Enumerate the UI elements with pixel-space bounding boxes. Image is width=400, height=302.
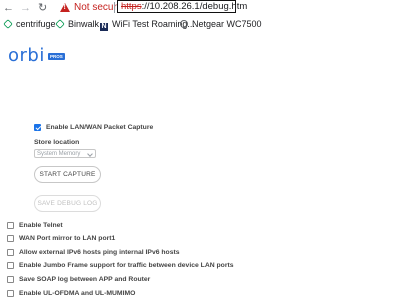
chevron-down-icon — [87, 150, 93, 157]
hex-icon — [55, 19, 65, 29]
store-location-value: System Memory — [37, 151, 81, 157]
url-scheme: https — [121, 1, 142, 12]
url-text: https://10.208.26.1/debug.htm — [121, 1, 247, 12]
address-bar[interactable]: https://10.208.26.1/debug.htm — [117, 0, 247, 13]
option-checkbox-telnet[interactable] — [7, 222, 14, 229]
bookmark-netgear[interactable]: Netgear WC7500 — [180, 19, 262, 30]
option-label-jumbo-frame: Enable Jumbo Frame support for traffic b… — [19, 262, 234, 269]
orbi-logo: orbi PROS — [8, 45, 65, 66]
option-checkbox-ipv6-ping[interactable] — [7, 249, 14, 256]
option-checkbox-soap-log[interactable] — [7, 276, 14, 283]
reload-icon[interactable]: ↻ — [38, 1, 47, 15]
option-checkbox-jumbo-frame[interactable] — [7, 262, 14, 269]
warning-triangle-icon[interactable] — [60, 3, 70, 12]
logo-badge: PROS — [48, 53, 65, 60]
option-checkbox-wan-mirror[interactable] — [7, 235, 14, 242]
back-arrow-icon[interactable]: ← — [3, 1, 14, 15]
bookmark-label: Binwalk — [68, 19, 100, 29]
bookmark-label: centrifuge — [16, 19, 56, 29]
option-label-ipv6-ping: Allow external IPv6 hosts ping internal … — [19, 249, 180, 256]
url-path: ://10.208.26.1/debug.htm — [141, 1, 248, 12]
forward-arrow-icon[interactable]: → — [20, 1, 31, 15]
bookmark-label: Netgear WC7500 — [192, 19, 262, 29]
globe-icon — [180, 20, 188, 28]
not-secure-label[interactable]: Not secure — [74, 2, 122, 14]
bookmark-binwalk[interactable]: Binwalk — [55, 19, 100, 30]
bookmarks-bar: centrifuge Binwalk N WiFi Test Roaming...… — [0, 16, 400, 32]
option-label-wan-mirror: WAN Port mirror to LAN port1 — [19, 235, 116, 242]
option-label-ul-ofdma: Enable UL-OFDMA and UL-MUMIMO — [19, 290, 136, 297]
store-location-label: Store location — [34, 139, 80, 146]
address-separator — [114, 2, 115, 13]
start-capture-button[interactable]: START CAPTURE — [34, 166, 101, 183]
browser-toolbar: ← → ↻ Not secure https://10.208.26.1/deb… — [0, 0, 400, 16]
save-debug-log-button[interactable]: SAVE DEBUG LOG — [34, 195, 101, 212]
logo-text: orbi — [8, 45, 45, 66]
option-label-telnet: Enable Telnet — [19, 222, 63, 229]
option-checkbox-ul-ofdma[interactable] — [7, 290, 14, 297]
store-location-select[interactable]: System Memory — [34, 149, 96, 158]
option-label-soap-log: Save SOAP log between APP and Router — [19, 276, 151, 283]
bookmark-centrifuge[interactable]: centrifuge — [3, 19, 56, 30]
hex-icon — [3, 19, 13, 29]
packet-capture-checkbox[interactable] — [34, 124, 41, 131]
n-icon: N — [100, 23, 108, 31]
packet-capture-label: Enable LAN/WAN Packet Capture — [46, 124, 154, 131]
